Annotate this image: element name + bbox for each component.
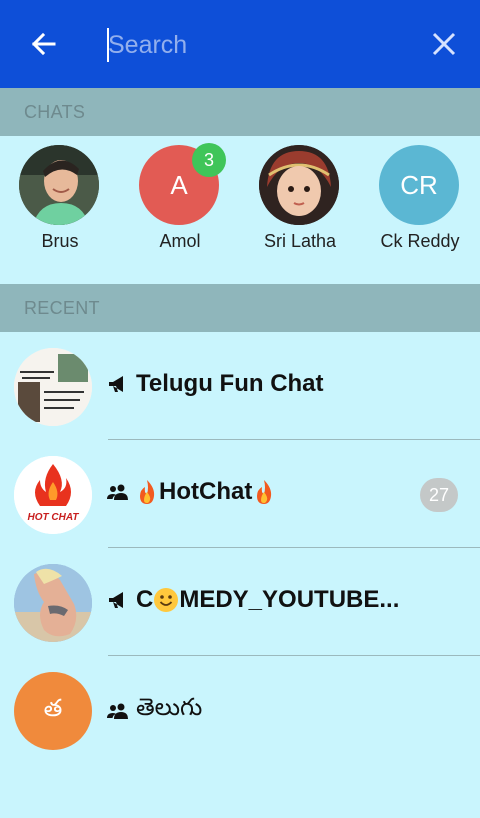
chat-name: Sri Latha <box>263 231 337 251</box>
group-icon <box>107 703 128 719</box>
search-app-bar <box>0 0 480 88</box>
chats-header-label: CHATS <box>24 102 86 122</box>
avatar-photo <box>14 564 92 642</box>
back-button[interactable] <box>24 24 64 64</box>
recent-title: Telugu Fun Chat <box>106 370 324 398</box>
avatar-initials: త <box>43 694 63 722</box>
avatar <box>14 564 92 642</box>
avatar-photo <box>259 145 339 225</box>
recent-title-text: తెలుగు <box>136 694 203 721</box>
recent-title-text-post: MEDY_YOUTUBE... <box>179 586 400 613</box>
avatar <box>259 145 339 225</box>
avatar <box>14 348 92 426</box>
hotchat-logo: HOT CHAT <box>14 456 92 534</box>
chat-name: Brus <box>41 231 79 251</box>
unread-badge: 3 <box>192 143 226 177</box>
megaphone-icon <box>109 376 123 392</box>
recent-item-comedy-youtube[interactable]: C MEDY_YOUTUBE... <box>0 548 480 656</box>
avatar <box>19 145 99 225</box>
recent-item-hotchat[interactable]: HOT CHAT HotChat <box>0 440 480 548</box>
recent-title: HotChat <box>106 478 275 506</box>
close-icon <box>432 32 456 56</box>
recent-item-telugu[interactable]: త తెలుగు <box>0 656 480 764</box>
recent-item-telugu-fun-chat[interactable]: Telugu Fun Chat <box>0 332 480 440</box>
chat-item-ck-reddy[interactable]: CR Ck Reddy <box>360 145 480 265</box>
recent-title-text: Telugu Fun Chat <box>136 370 324 397</box>
fire-emoji-icon <box>140 480 155 504</box>
avatar: త <box>14 672 92 750</box>
megaphone-icon <box>109 592 123 608</box>
arrow-left-icon <box>31 32 56 56</box>
avatar-initials: A <box>170 169 188 200</box>
avatar: CR <box>379 145 459 225</box>
avatar: HOT CHAT <box>14 456 92 534</box>
chat-name: Amol <box>159 231 201 251</box>
recent-title: తెలుగు <box>106 694 202 727</box>
avatar-photo <box>14 348 92 426</box>
unread-count-badge: 27 <box>420 478 458 512</box>
chat-name: Ck Reddy <box>380 231 460 251</box>
smiley-emoji-icon <box>154 588 179 612</box>
chat-item-brus[interactable]: Brus <box>0 145 120 265</box>
chats-section-header: CHATS <box>0 88 480 136</box>
recent-title: C MEDY_YOUTUBE... <box>106 586 399 614</box>
chat-item-sri-latha[interactable]: Sri Latha <box>240 145 360 265</box>
group-icon <box>107 484 128 500</box>
recent-title-text: HotChat <box>159 478 253 505</box>
avatar-photo <box>19 145 99 225</box>
hotchat-logo-text: HOT CHAT <box>28 512 80 523</box>
clear-search-button[interactable] <box>424 24 464 64</box>
fire-emoji-icon <box>257 480 272 504</box>
recent-header-label: RECENT <box>24 298 100 318</box>
recent-section-header: RECENT <box>0 284 480 332</box>
avatar-initials: CR <box>400 169 438 200</box>
recent-title-text-pre: C <box>136 586 154 613</box>
search-input[interactable] <box>104 24 408 66</box>
